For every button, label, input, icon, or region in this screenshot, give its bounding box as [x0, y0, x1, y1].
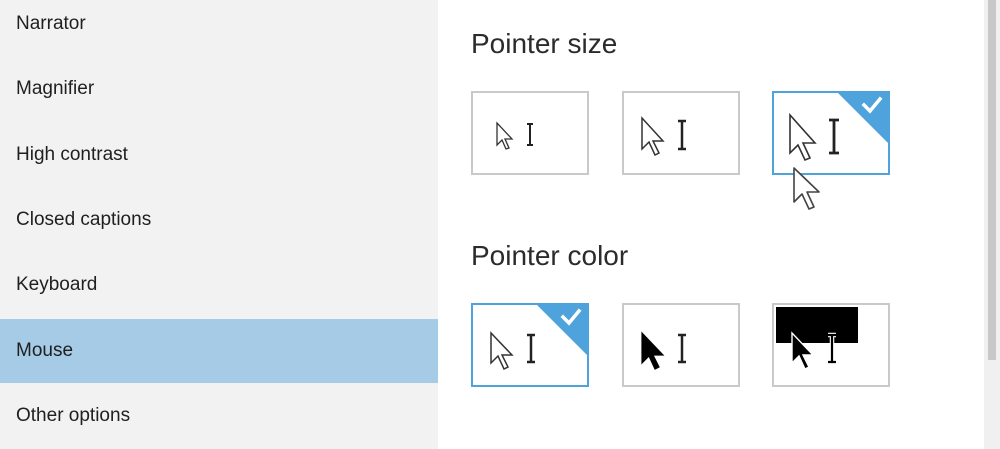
sidebar-item-label: Other options — [16, 405, 131, 426]
sidebar-item-label: Closed captions — [16, 209, 152, 230]
sidebar-item-label: Magnifier — [16, 78, 95, 99]
pointer-color-black-option[interactable] — [622, 303, 740, 387]
sidebar-item-high-contrast[interactable]: High contrast — [0, 123, 438, 187]
sidebar-item-closed-captions[interactable]: Closed captions — [0, 188, 438, 252]
sidebar-item-narrator[interactable]: Narrator — [0, 0, 438, 56]
pointer-size-medium-option[interactable] — [622, 91, 740, 175]
checkmark-icon — [861, 96, 883, 114]
black-pointer-icon — [641, 331, 686, 370]
sidebar-item-other-options[interactable]: Other options — [0, 384, 438, 448]
inverted-pointer-icon — [791, 331, 836, 370]
mouse-cursor-icon — [793, 167, 820, 210]
pointer-size-large-option[interactable] — [772, 91, 890, 175]
pointer-color-heading: Pointer color — [471, 240, 629, 271]
pointer-color-inverted-option[interactable] — [772, 303, 890, 387]
sidebar-item-magnifier[interactable]: Magnifier — [0, 57, 438, 121]
medium-pointer-icon — [641, 116, 686, 157]
sidebar-item-label: High contrast — [16, 144, 128, 165]
small-pointer-icon — [496, 121, 533, 150]
sidebar-item-keyboard[interactable]: Keyboard — [0, 253, 438, 317]
pointer-size-small-option[interactable] — [471, 91, 589, 175]
sidebar-item-label: Keyboard — [16, 274, 98, 295]
checkmark-icon — [560, 308, 582, 326]
sidebar-item-mouse[interactable]: Mouse — [0, 319, 438, 383]
scrollbar[interactable] — [984, 0, 1000, 449]
scrollbar-thumb[interactable] — [988, 0, 996, 360]
sidebar-item-label: Narrator — [16, 13, 86, 34]
pointer-size-heading: Pointer size — [471, 28, 618, 59]
pointer-color-white-option[interactable] — [471, 303, 589, 387]
sidebar-item-label: Mouse — [16, 340, 74, 361]
sidebar: Narrator Magnifier High contrast Closed … — [0, 0, 438, 449]
